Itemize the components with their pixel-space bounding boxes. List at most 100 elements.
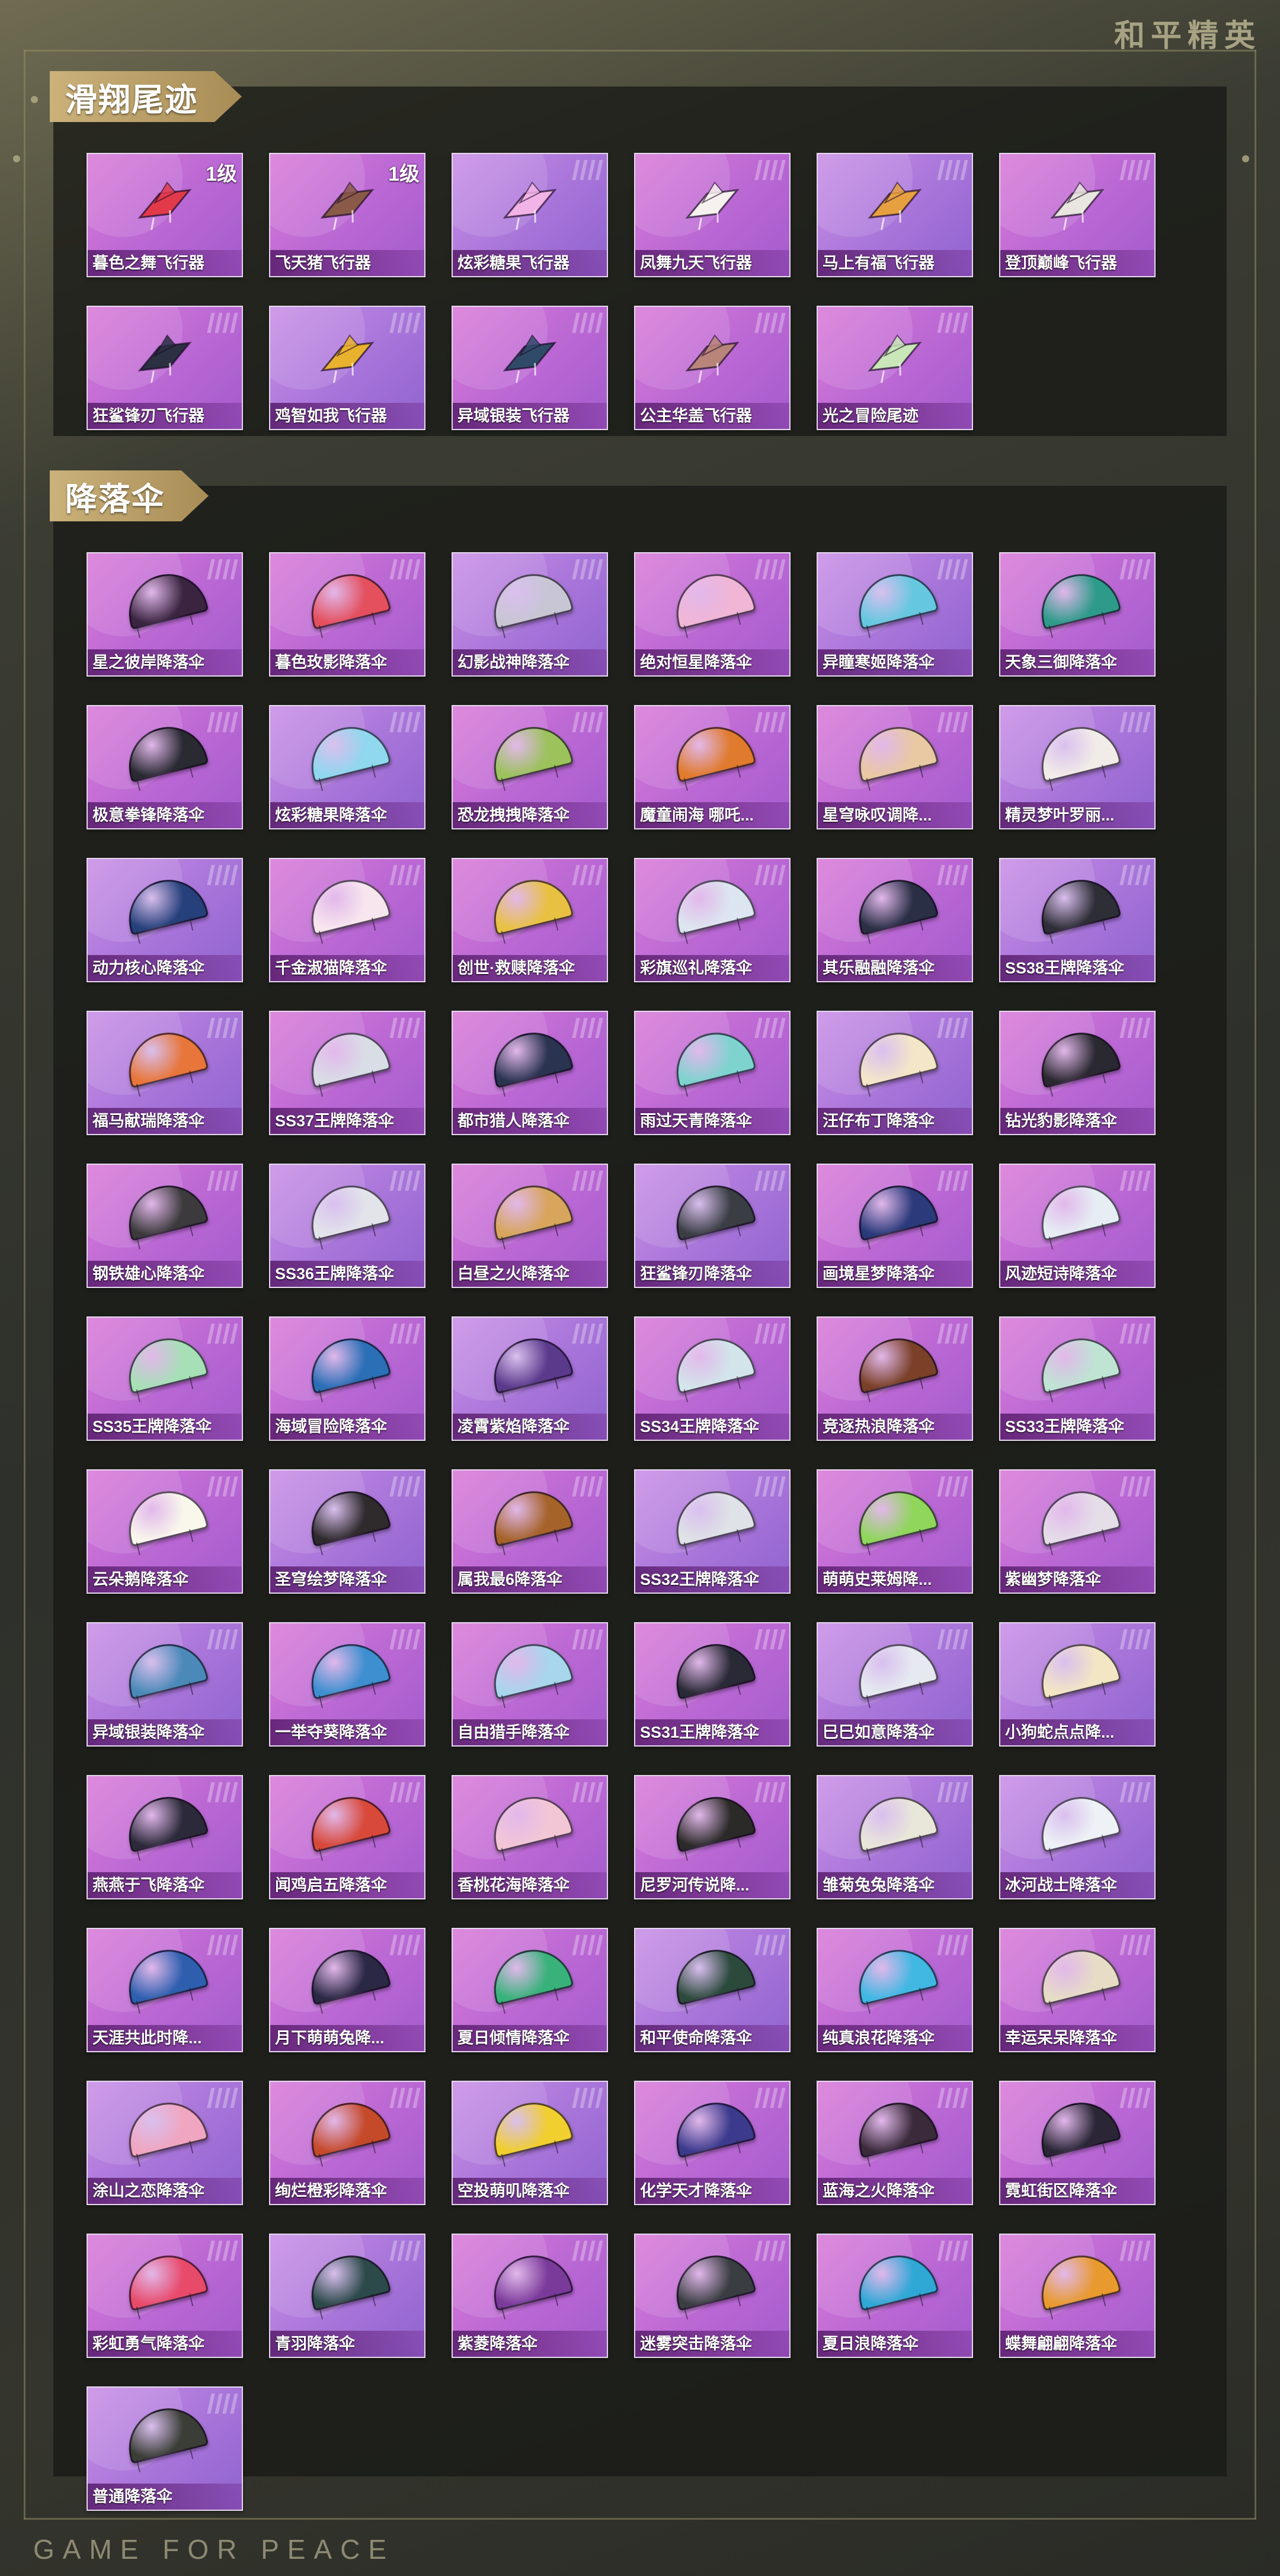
parachute-card[interactable]: 纯真浪花降落伞 [817, 1928, 973, 2052]
parachute-name: 绝对恒星降落伞 [635, 649, 789, 675]
parachute-card[interactable]: 凌霄紫焰降落伞 [452, 1316, 608, 1441]
parachute-card[interactable]: SS34王牌降落伞 [634, 1316, 791, 1441]
parachute-card[interactable]: 福马献瑞降落伞 [87, 1011, 243, 1135]
glider-card[interactable]: 炫彩糖果飞行器 [452, 153, 608, 277]
parachute-card[interactable]: 一举夺葵降落伞 [269, 1622, 425, 1747]
parachute-card[interactable]: 汪仔布丁降落伞 [817, 1011, 973, 1135]
parachute-card[interactable]: 天涯共此时降... [87, 1928, 243, 2052]
parachute-card[interactable]: 创世·救赎降落伞 [452, 858, 608, 982]
parachute-icon [668, 1635, 757, 1709]
parachute-card[interactable]: 千金淑猫降落伞 [269, 858, 425, 982]
parachute-card[interactable]: 异瞳寒姬降落伞 [817, 552, 973, 677]
rarity-stripes-icon [572, 1018, 603, 1038]
parachute-card[interactable]: 绚烂橙彩降落伞 [269, 2081, 425, 2205]
parachute-icon [668, 1177, 757, 1250]
parachute-card[interactable]: 雏菊兔兔降落伞 [817, 1775, 973, 1899]
parachute-card[interactable]: 钢铁雄心降落伞 [87, 1164, 243, 1288]
parachute-card[interactable]: 萌萌史莱姆降... [817, 1469, 973, 1594]
rarity-stripes-icon [572, 1935, 603, 1955]
parachute-card[interactable]: 和平使命降落伞 [634, 1928, 791, 2052]
parachute-card[interactable]: 夏日倾情降落伞 [452, 1928, 608, 2052]
parachute-card[interactable]: 紫菱降落伞 [452, 2234, 608, 2358]
parachute-card[interactable]: SS35王牌降落伞 [87, 1316, 243, 1441]
parachute-card[interactable]: 青羽降落伞 [269, 2234, 425, 2358]
parachute-name: 创世·救赎降落伞 [453, 955, 607, 981]
parachute-card[interactable]: SS32王牌降落伞 [634, 1469, 791, 1594]
parachute-card[interactable]: 燕燕于飞降落伞 [87, 1775, 243, 1899]
parachute-card[interactable]: 动力核心降落伞 [87, 858, 243, 982]
parachute-card[interactable]: 竞逐热浪降落伞 [817, 1316, 973, 1441]
parachute-card[interactable]: 属我最6降落伞 [452, 1469, 608, 1594]
parachute-card[interactable]: 香桃花海降落伞 [452, 1775, 608, 1899]
parachute-card[interactable]: 画境星梦降落伞 [817, 1164, 973, 1288]
parachute-card[interactable]: 冰河战士降落伞 [999, 1775, 1156, 1899]
parachute-card[interactable]: 星之彼岸降落伞 [87, 552, 243, 677]
parachute-card[interactable]: 彩旗巡礼降落伞 [634, 858, 791, 982]
parachute-card[interactable]: 紫幽梦降落伞 [999, 1469, 1156, 1594]
frame-dot-icon [1242, 155, 1249, 162]
parachute-card[interactable]: 风迹短诗降落伞 [999, 1164, 1156, 1288]
parachute-card[interactable]: 炫彩糖果降落伞 [269, 705, 425, 829]
parachute-card[interactable]: 白昼之火降落伞 [452, 1164, 608, 1288]
glider-card[interactable]: 登顶巅峰飞行器 [999, 153, 1156, 277]
parachute-card[interactable]: 涂山之恋降落伞 [87, 2081, 243, 2205]
parachute-card[interactable]: SS38王牌降落伞 [999, 858, 1156, 982]
glider-card[interactable]: 鸡智如我飞行器 [269, 306, 425, 430]
glider-card[interactable]: 马上有福飞行器 [817, 153, 973, 277]
parachute-card[interactable]: 狂鲨锋刃降落伞 [634, 1164, 791, 1288]
parachute-card[interactable]: 精灵梦叶罗丽... [999, 705, 1156, 829]
parachute-card[interactable]: 霓虹街区降落伞 [999, 2081, 1156, 2205]
rarity-stripes-icon [937, 865, 968, 885]
parachute-card[interactable]: 恐龙拽拽降落伞 [452, 705, 608, 829]
rarity-stripes-icon [937, 1171, 968, 1191]
glider-icon [1045, 181, 1110, 230]
parachute-card[interactable]: 幻影战神降落伞 [452, 552, 608, 677]
parachute-card[interactable]: 自由猎手降落伞 [452, 1622, 608, 1747]
parachute-card[interactable]: 都市猎人降落伞 [452, 1011, 608, 1135]
parachute-card[interactable]: 彩虹勇气降落伞 [87, 2234, 243, 2358]
parachute-card[interactable]: SS37王牌降落伞 [269, 1011, 425, 1135]
parachute-card[interactable]: 普通降落伞 [87, 2386, 243, 2511]
parachute-card[interactable]: 天象三御降落伞 [999, 552, 1156, 677]
glider-card[interactable]: 1级 飞天猪飞行器 [269, 153, 425, 277]
parachute-icon [850, 871, 939, 944]
parachute-card[interactable]: 魔童闹海 哪吒... [634, 705, 791, 829]
parachute-card[interactable]: 云朵鹅降落伞 [87, 1469, 243, 1594]
parachute-card[interactable]: SS33王牌降落伞 [999, 1316, 1156, 1441]
glider-card[interactable]: 凤舞九天飞行器 [634, 153, 791, 277]
parachute-card[interactable]: 巳巳如意降落伞 [817, 1622, 973, 1747]
parachute-card[interactable]: 蝶舞翩翩降落伞 [999, 2234, 1156, 2358]
parachute-card[interactable]: 月下萌萌兔降... [269, 1928, 425, 2052]
parachute-name: SS36王牌降落伞 [270, 1261, 424, 1287]
rarity-stripes-icon [207, 1018, 238, 1038]
glider-card[interactable]: 狂鲨锋刃飞行器 [87, 306, 243, 430]
parachute-card[interactable]: SS31王牌降落伞 [634, 1622, 791, 1747]
glider-card[interactable]: 光之冒险尾迹 [817, 306, 973, 430]
parachute-card[interactable]: 异域银装降落伞 [87, 1622, 243, 1747]
rarity-stripes-icon [389, 1782, 421, 1802]
parachute-card[interactable]: 蓝海之火降落伞 [817, 2081, 973, 2205]
parachute-name: 千金淑猫降落伞 [270, 955, 424, 981]
parachute-card[interactable]: 雨过天青降落伞 [634, 1011, 791, 1135]
parachute-card[interactable]: 其乐融融降落伞 [817, 858, 973, 982]
parachute-card[interactable]: SS36王牌降落伞 [269, 1164, 425, 1288]
parachute-card[interactable]: 化学天才降落伞 [634, 2081, 791, 2205]
glider-card[interactable]: 公主华盖飞行器 [634, 306, 791, 430]
parachute-card[interactable]: 夏日浪降落伞 [817, 2234, 973, 2358]
parachute-card[interactable]: 极意拳锋降落伞 [87, 705, 243, 829]
parachute-card[interactable]: 尼罗河传说降... [634, 1775, 791, 1899]
rarity-stripes-icon [572, 865, 603, 885]
parachute-card[interactable]: 幸运呆呆降落伞 [999, 1928, 1156, 2052]
parachute-card[interactable]: 圣穹绘梦降落伞 [269, 1469, 425, 1594]
glider-card[interactable]: 异域银装飞行器 [452, 306, 608, 430]
parachute-card[interactable]: 迷雾突击降落伞 [634, 2234, 791, 2358]
parachute-card[interactable]: 闻鸡启五降落伞 [269, 1775, 425, 1899]
parachute-card[interactable]: 暮色玫影降落伞 [269, 552, 425, 677]
parachute-card[interactable]: 小狗蛇点点降... [999, 1622, 1156, 1747]
glider-card[interactable]: 1级 暮色之舞飞行器 [87, 153, 243, 277]
parachute-card[interactable]: 海域冒险降落伞 [269, 1316, 425, 1441]
parachute-card[interactable]: 绝对恒星降落伞 [634, 552, 791, 677]
parachute-card[interactable]: 星穹咏叹调降... [817, 705, 973, 829]
parachute-card[interactable]: 钻光豹影降落伞 [999, 1011, 1156, 1135]
parachute-card[interactable]: 空投萌叽降落伞 [452, 2081, 608, 2205]
